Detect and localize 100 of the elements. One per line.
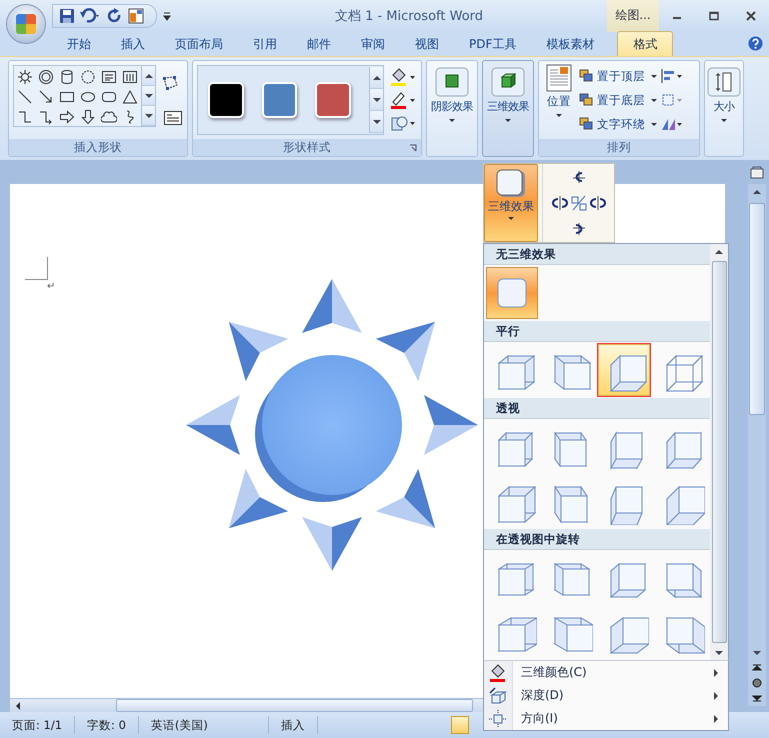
help-icon[interactable] bbox=[748, 36, 763, 51]
undo-icon[interactable] bbox=[80, 8, 102, 24]
cloud-shape-icon[interactable] bbox=[101, 109, 117, 125]
size-button[interactable]: 大小 bbox=[704, 60, 744, 157]
maximize-icon[interactable] bbox=[708, 11, 719, 21]
ribbon-tab[interactable]: PDF工具 bbox=[454, 32, 532, 56]
rounded-square-icon bbox=[497, 278, 527, 308]
group-label: 排列 bbox=[539, 139, 699, 156]
menu-item[interactable]: 三维颜色(C) bbox=[484, 661, 728, 684]
style-swatch[interactable] bbox=[315, 82, 352, 118]
ribbon-tab[interactable]: 邮件 bbox=[292, 32, 346, 56]
style-swatch[interactable] bbox=[262, 82, 298, 118]
arrange-command[interactable]: 文字环绕 bbox=[579, 116, 657, 132]
word-count[interactable]: 字数: 0 bbox=[75, 716, 139, 734]
align-icon[interactable] bbox=[661, 69, 683, 83]
3d-effects-button[interactable]: 三维效果 bbox=[482, 60, 534, 157]
down-arrow-icon[interactable] bbox=[80, 109, 96, 125]
sun-icon[interactable] bbox=[17, 69, 33, 85]
section-header: 平行 bbox=[484, 321, 710, 342]
group-label: 形状样式 bbox=[283, 139, 331, 156]
3d-effects-menu-button[interactable]: 三维效果 bbox=[484, 164, 538, 242]
ribbon-tab[interactable]: 视图 bbox=[400, 32, 454, 56]
cube-icon bbox=[491, 67, 525, 97]
no-3d-effect-option[interactable] bbox=[486, 267, 538, 319]
insert-mode-indicator[interactable]: 插入 bbox=[268, 716, 318, 734]
submenu-arrow-icon bbox=[714, 668, 718, 676]
tilt-left-icon[interactable] bbox=[550, 195, 568, 211]
3d-toggle-icon[interactable] bbox=[570, 195, 588, 211]
elbow-arrow-icon[interactable] bbox=[38, 109, 54, 125]
cylinder-icon[interactable] bbox=[59, 69, 75, 85]
scrollbar-thumb[interactable] bbox=[116, 699, 473, 712]
scrollbar-thumb[interactable] bbox=[712, 261, 726, 643]
paragraph-mark: ↵ bbox=[47, 281, 56, 292]
fill-bucket-icon[interactable] bbox=[390, 68, 416, 86]
scroll-up-button[interactable] bbox=[142, 66, 155, 86]
group-objects-icon[interactable] bbox=[661, 93, 683, 107]
3d-effect-option[interactable] bbox=[598, 344, 650, 396]
rounded-rectangle-icon[interactable] bbox=[101, 89, 117, 105]
rounded-square-icon bbox=[495, 169, 527, 199]
ruler-toggle-icon[interactable] bbox=[750, 166, 764, 180]
ribbon-tab[interactable]: 页面布局 bbox=[160, 32, 238, 56]
dialog-launcher-icon[interactable] bbox=[409, 144, 417, 152]
rotate-icon[interactable] bbox=[661, 117, 683, 131]
line-icon[interactable] bbox=[17, 89, 33, 105]
donut-icon[interactable] bbox=[38, 69, 54, 85]
browse-object-icon[interactable] bbox=[752, 678, 762, 688]
depth-cube-icon bbox=[489, 686, 507, 704]
ribbon-tab[interactable]: 格式 bbox=[617, 31, 674, 56]
oval-icon[interactable] bbox=[80, 89, 96, 105]
office-button[interactable] bbox=[7, 5, 45, 43]
more-button[interactable] bbox=[370, 111, 383, 133]
more-button[interactable] bbox=[142, 106, 155, 126]
text-wrap-icon bbox=[579, 117, 594, 131]
window-title: 文档 1 - Microsoft Word bbox=[334, 8, 484, 25]
close-icon[interactable] bbox=[746, 11, 756, 21]
scroll-up-button[interactable] bbox=[370, 67, 383, 89]
triangle-icon[interactable] bbox=[122, 89, 138, 105]
text-box-icon[interactable] bbox=[101, 69, 117, 85]
menu-item[interactable]: 深度(D) bbox=[484, 684, 728, 707]
style-swatch[interactable] bbox=[208, 82, 244, 118]
right-arrow-icon[interactable] bbox=[59, 109, 75, 125]
layout-icon[interactable] bbox=[128, 8, 144, 24]
ribbon-tab[interactable]: 审阅 bbox=[346, 32, 400, 56]
ribbon-tab[interactable]: 插入 bbox=[106, 32, 160, 56]
vertical-text-box-icon[interactable] bbox=[122, 69, 138, 85]
direction-icon bbox=[489, 710, 507, 728]
save-icon[interactable] bbox=[59, 8, 75, 24]
submenu-arrow-icon bbox=[714, 714, 718, 722]
pen-outline-icon[interactable] bbox=[390, 90, 416, 109]
section-header: 透视 bbox=[484, 398, 710, 419]
page-count[interactable]: 页面: 1/1 bbox=[0, 716, 76, 734]
group-label: 插入形状 bbox=[9, 139, 187, 156]
position-button[interactable]: 位置 bbox=[541, 64, 577, 136]
menu-item[interactable]: 方向(I) bbox=[484, 707, 728, 730]
bring-to-front-icon bbox=[579, 69, 594, 83]
submenu-arrow-icon bbox=[714, 692, 718, 700]
shape-effects-icon[interactable] bbox=[390, 114, 416, 132]
rectangle-icon[interactable] bbox=[59, 89, 75, 105]
scrollbar-thumb[interactable] bbox=[749, 203, 765, 415]
fill-bucket-icon bbox=[489, 664, 507, 682]
redo-icon[interactable] bbox=[107, 8, 123, 24]
arrange-command[interactable]: 置于顶层 bbox=[579, 68, 657, 84]
arrange-command[interactable]: 置于底层 bbox=[579, 92, 657, 108]
language-indicator[interactable]: 英语(美国) bbox=[138, 716, 269, 734]
tilt-down-icon[interactable] bbox=[570, 221, 586, 237]
customize-icon[interactable] bbox=[163, 11, 171, 21]
send-to-back-icon bbox=[579, 93, 594, 107]
ribbon-tab[interactable]: 模板素材 bbox=[531, 32, 610, 56]
shadow-effects-button[interactable]: 阴影效果 bbox=[426, 60, 478, 157]
arrow-line-icon[interactable] bbox=[38, 89, 54, 105]
tilt-right-icon[interactable] bbox=[590, 195, 608, 211]
tilt-up-icon[interactable] bbox=[570, 169, 586, 185]
context-tab-label: 绘图... bbox=[607, 0, 659, 32]
scroll-down-button[interactable] bbox=[370, 89, 383, 111]
ribbon-tab[interactable]: 开始 bbox=[52, 32, 106, 56]
text-box-icon[interactable] bbox=[164, 111, 182, 125]
ribbon-tab[interactable]: 引用 bbox=[238, 32, 292, 56]
scroll-down-button[interactable] bbox=[142, 86, 155, 106]
section-header: 无三维效果 bbox=[484, 244, 710, 265]
elbow-connector-icon[interactable] bbox=[17, 109, 33, 125]
